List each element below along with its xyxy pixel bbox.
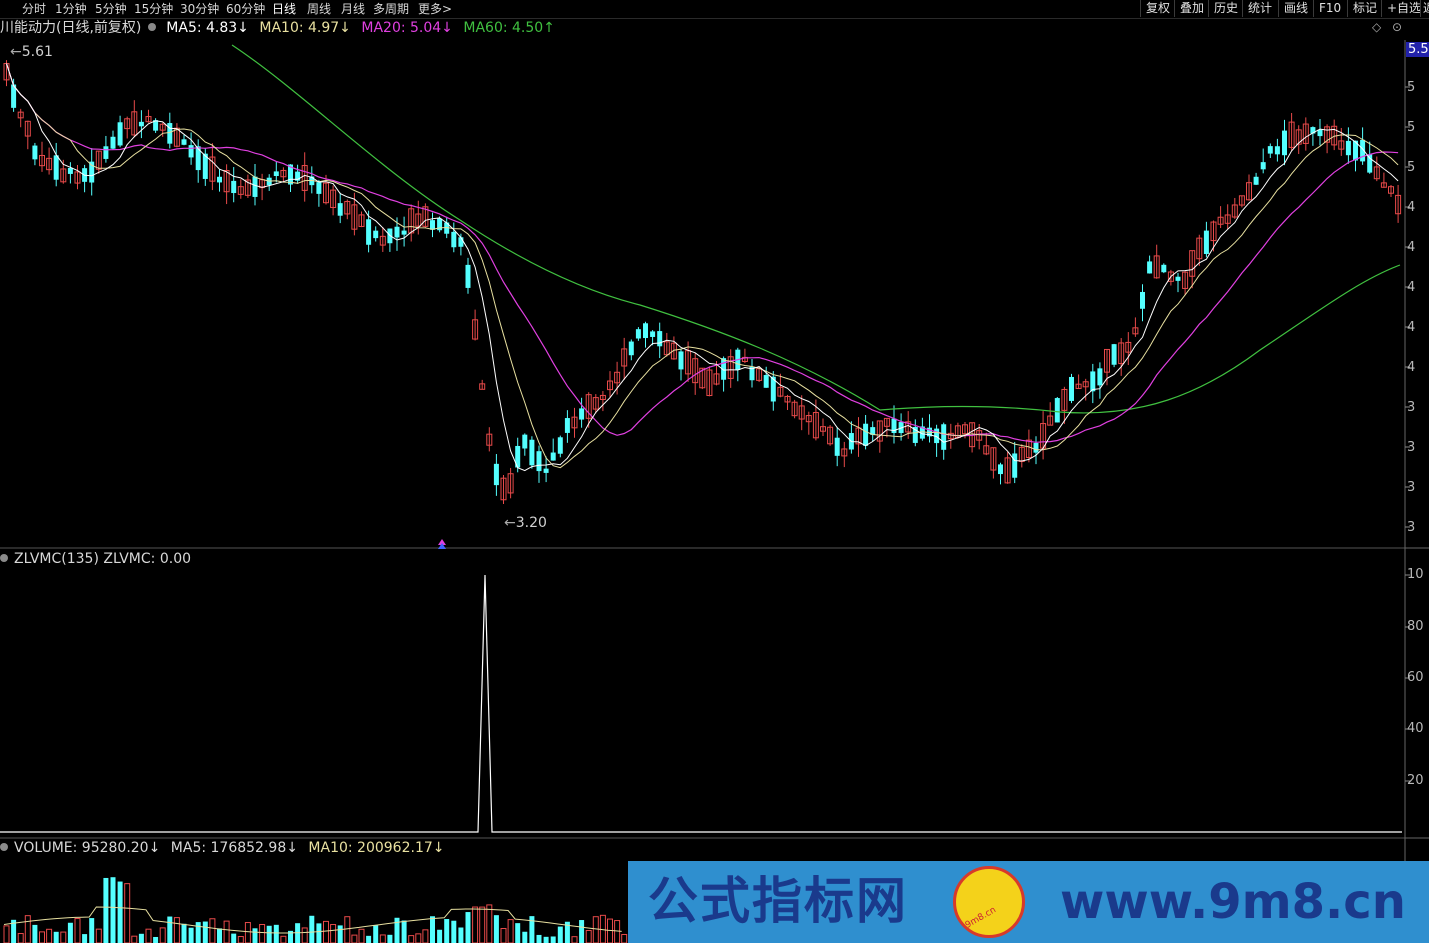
indicator-dot-icon[interactable] — [0, 554, 8, 562]
volume-legend: VOLUME: 95280.20↓ MA5: 176852.98↓ MA10: … — [0, 839, 450, 857]
watermark-url: www.9m8.cn — [1060, 874, 1406, 930]
volume-ma10: MA10: 200962.17↓ — [308, 840, 445, 856]
zlvmc-line — [0, 574, 1402, 833]
volume-ma5: MA5: 176852.98↓ — [170, 840, 298, 856]
indicator-title: ZLVMC(135) ZLVMC: 0.00 — [14, 551, 192, 567]
volume-dot-icon[interactable] — [0, 843, 8, 851]
indicator-legend: ZLVMC(135) ZLVMC: 0.00 — [0, 550, 197, 568]
candlestick-series — [3, 60, 1402, 504]
watermark-logo-icon: 9m8.cn — [953, 866, 1025, 938]
watermark-title: 公式指标网 — [648, 872, 908, 930]
volume-value: VOLUME: 95280.20↓ — [14, 840, 161, 856]
kline-chart[interactable] — [0, 0, 1429, 943]
ma60-line — [231, 44, 1401, 414]
volume-bars — [3, 877, 628, 943]
